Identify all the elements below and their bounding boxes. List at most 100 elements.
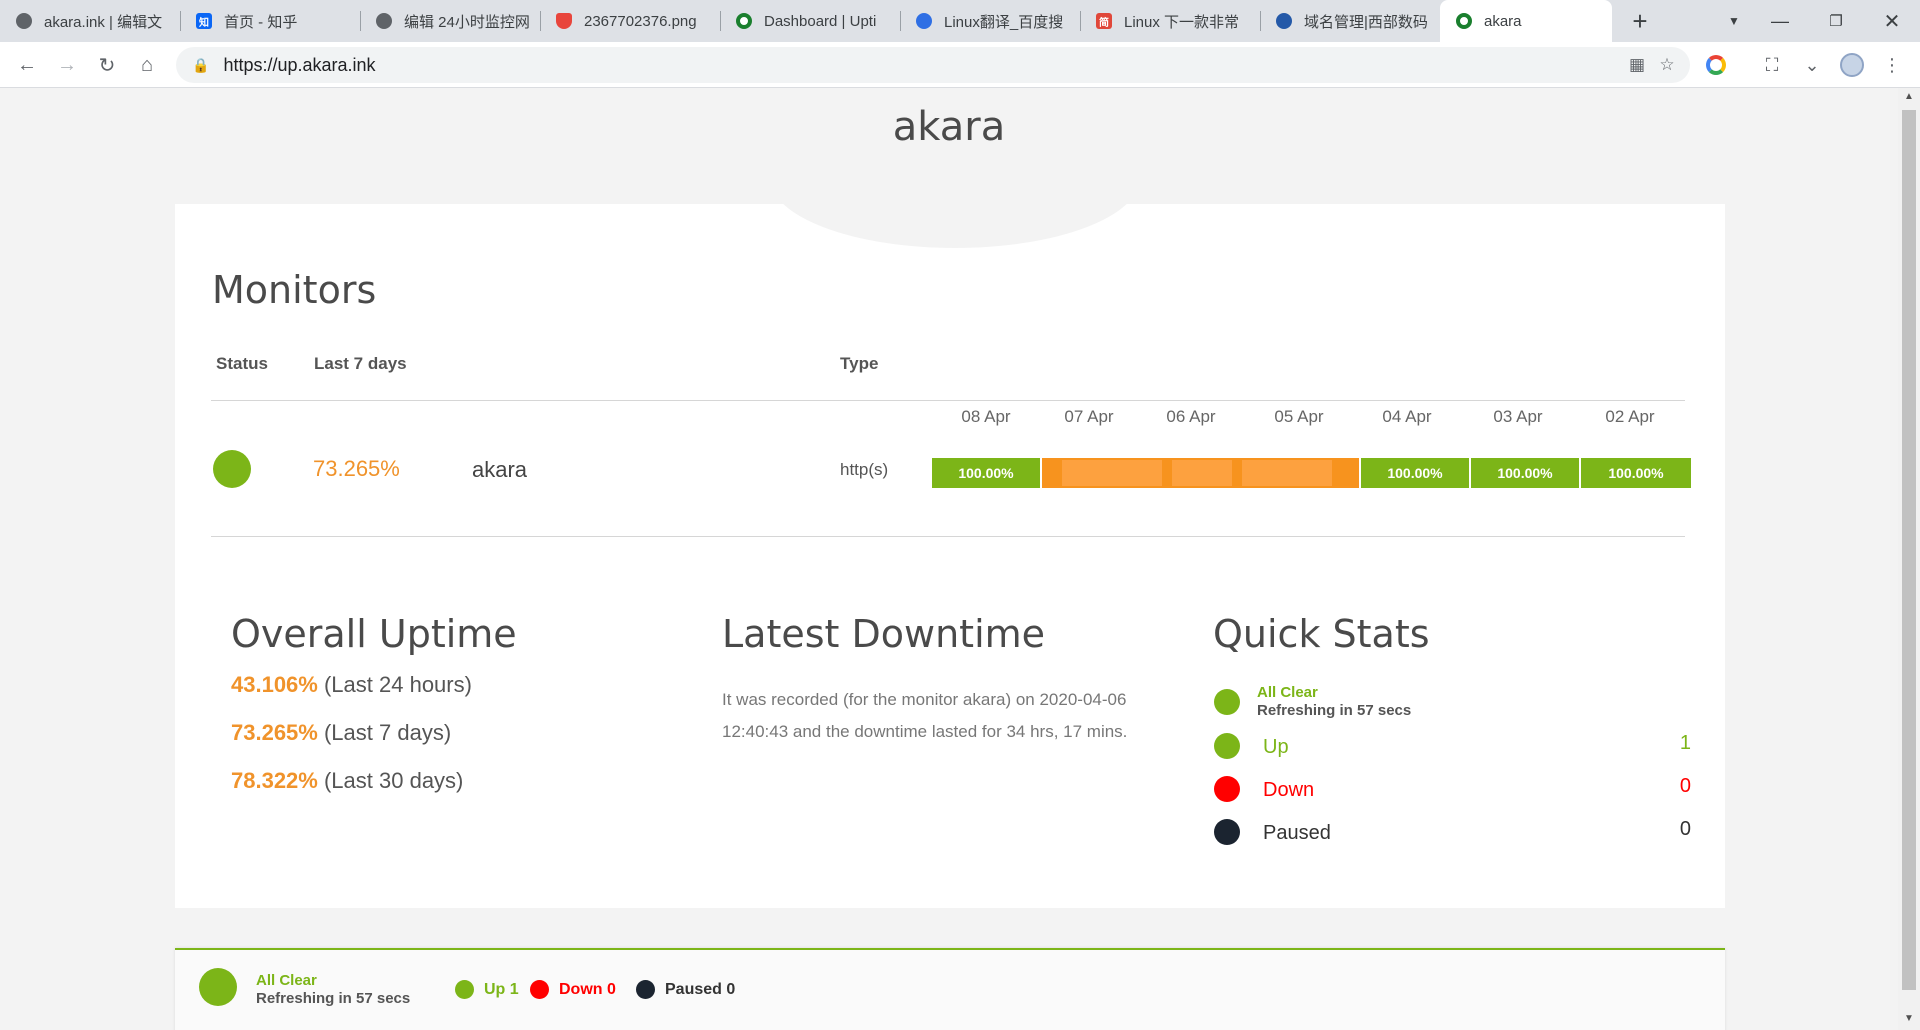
uptime-period: (Last 7 days) (323, 720, 452, 745)
paused-label: Paused (1263, 822, 1331, 844)
globe-icon (16, 13, 32, 29)
up-count: 1 (1679, 732, 1691, 754)
tab-png[interactable]: 2367702376.png (540, 0, 720, 42)
uptime-period: (Last 30 days) (323, 768, 464, 793)
vertical-scrollbar[interactable]: ▲ ▼ (1898, 88, 1920, 1030)
tab-label: Linux翻译_百度搜 (944, 13, 1064, 31)
day-label: 06 Apr (1166, 407, 1216, 426)
all-clear-label: All Clear (1257, 684, 1318, 701)
day-uptime-bar-degraded[interactable] (1042, 458, 1359, 488)
tab-label: 首页 - 知乎 (224, 13, 298, 31)
down-label: Down (1263, 779, 1315, 801)
bookmark-star-icon[interactable]: ☆ (1652, 47, 1682, 83)
download-chevron-icon[interactable]: ⌄ (1796, 49, 1828, 81)
type-column-header: Type (840, 354, 879, 373)
west-icon (1276, 13, 1292, 29)
monitor-type: http(s) (840, 460, 889, 479)
footer-down-stat: Down 0 (530, 980, 616, 999)
day-label: 02 Apr (1605, 407, 1655, 426)
scrollbar-thumb[interactable] (1902, 110, 1916, 990)
down-dot (1214, 776, 1240, 802)
address-bar[interactable]: 🔒 https://up.akara.ink ▦ ☆ (176, 47, 1690, 83)
profile-avatar-icon[interactable] (1836, 49, 1868, 81)
uptime-7d-row: 73.265% (Last 7 days) (231, 720, 451, 746)
paused-count: 0 (1679, 818, 1691, 840)
downtime-description: It was recorded (for the monitor akara) … (722, 690, 1128, 741)
qr-code-icon[interactable]: ▦ (1622, 47, 1652, 83)
reload-icon[interactable]: ↻ (91, 49, 123, 81)
tab-west[interactable]: 域名管理|西部数码 (1260, 0, 1440, 42)
tab-zhihu[interactable]: 知 首页 - 知乎 (180, 0, 360, 42)
up-dot (455, 980, 474, 999)
day-label: 08 Apr (961, 407, 1011, 426)
footer-down-label: Down 0 (559, 980, 616, 998)
monitors-card: Monitors Status Last 7 days Type 08 Apr … (175, 204, 1725, 908)
down-dot (530, 980, 549, 999)
lock-icon: 🔒 (192, 56, 210, 73)
up-dot (1214, 733, 1240, 759)
footer-paused-label: Paused 0 (665, 980, 736, 998)
footer-all-clear: All Clear (256, 972, 317, 989)
jianshu-icon: 简 (1096, 13, 1112, 29)
monitor-uptime-pct: 73.265% (313, 456, 400, 481)
baidu-paw-icon (916, 13, 932, 29)
refresh-countdown: Refreshing in 57 secs (1257, 702, 1412, 719)
day-uptime-bar[interactable]: 100.00% (932, 458, 1040, 488)
extension-ring-icon[interactable] (1700, 49, 1732, 81)
scroll-up-icon[interactable]: ▲ (1898, 88, 1920, 106)
menu-kebab-icon[interactable]: ⋮ (1876, 49, 1908, 81)
uptime-24h-row: 43.106% (Last 24 hours) (231, 672, 472, 698)
monitor-name[interactable]: akara (472, 457, 527, 483)
day-label: 05 Apr (1274, 407, 1324, 426)
status-footer: All Clear Refreshing in 57 secs Up 1 Dow… (175, 948, 1725, 1030)
home-icon[interactable]: ⌂ (131, 49, 163, 81)
tab-label: Dashboard | Upti (764, 12, 877, 30)
day-uptime-bar[interactable]: 100.00% (1581, 458, 1691, 488)
tab-dashboard[interactable]: Dashboard | Upti (720, 0, 900, 42)
last7-column-header: Last 7 days (314, 354, 407, 373)
row-divider (211, 536, 1685, 537)
url-text[interactable]: https://up.akara.ink (223, 55, 375, 76)
uptime-period: (Last 24 hours) (323, 672, 472, 697)
uptime-pct: 73.265% (231, 720, 318, 745)
back-icon[interactable]: ← (11, 49, 43, 81)
down-count: 0 (1679, 775, 1691, 797)
tab-label: akara.ink | 编辑文 (44, 13, 163, 31)
page-viewport: akara Monitors Status Last 7 days Type 0… (0, 88, 1898, 1030)
uptime-pct: 43.106% (231, 672, 318, 697)
day-uptime-bar[interactable]: 100.00% (1361, 458, 1469, 488)
forward-icon[interactable]: → (51, 49, 83, 81)
tab-edit-monitor[interactable]: 编辑 24小时监控网 (360, 0, 540, 42)
paused-dot (1214, 819, 1240, 845)
quick-stats-heading: Quick Stats (1213, 612, 1430, 656)
new-tab-button[interactable]: + (1612, 0, 1668, 42)
close-window-button[interactable]: ✕ (1864, 0, 1920, 42)
tab-akara-active[interactable]: akara (1440, 0, 1612, 42)
scroll-down-icon[interactable]: ▼ (1898, 1010, 1920, 1028)
uptime-icon (1456, 13, 1472, 29)
monitors-heading: Monitors (212, 268, 377, 312)
tab-akara-ink[interactable]: akara.ink | 编辑文 (0, 0, 180, 42)
footer-up-stat: Up 1 (455, 980, 519, 999)
footer-up-label: Up 1 (484, 980, 519, 998)
header-divider (211, 400, 1685, 401)
day-label: 03 Apr (1493, 407, 1543, 426)
monitor-status-dot (213, 450, 251, 488)
minimize-button[interactable]: — (1752, 0, 1808, 42)
tab-label: Linux 下一款非常 (1124, 13, 1240, 31)
restore-button[interactable]: ❐ (1808, 0, 1864, 42)
tab-label: akara (1484, 12, 1522, 30)
browser-toolbar: ← → ↻ ⌂ 🔒 https://up.akara.ink ▦ ☆ ⛶ ⌄ ⋮ (0, 42, 1920, 88)
uptime-30d-row: 78.322% (Last 30 days) (231, 768, 463, 794)
uptime-icon (736, 13, 752, 29)
day-uptime-bar[interactable]: 100.00% (1471, 458, 1579, 488)
globe-icon (376, 13, 392, 29)
overall-uptime-heading: Overall Uptime (231, 612, 517, 656)
shield-icon (556, 13, 572, 29)
footer-paused-stat: Paused 0 (636, 980, 735, 999)
tab-jianshu[interactable]: 简 Linux 下一款非常 (1080, 0, 1260, 42)
crop-icon[interactable]: ⛶ (1756, 49, 1788, 81)
tab-baidu[interactable]: Linux翻译_百度搜 (900, 0, 1080, 42)
tab-strip: akara.ink | 编辑文 知 首页 - 知乎 编辑 24小时监控网 236… (0, 0, 1920, 42)
tab-label: 2367702376.png (584, 12, 697, 30)
